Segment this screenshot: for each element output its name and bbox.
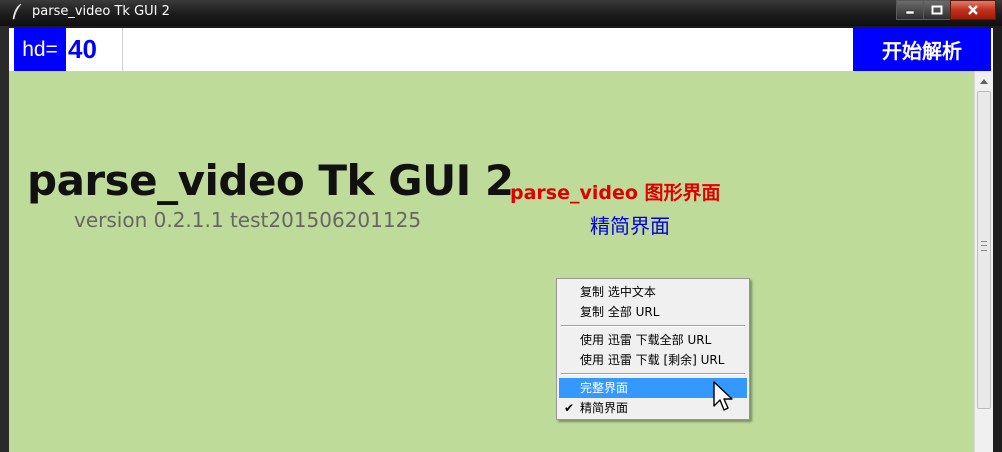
mode-label: 精简界面 [590, 214, 670, 238]
window-title: parse_video Tk GUI 2 [32, 4, 170, 19]
menu-item-xunlei-download-all[interactable]: 使用 迅雷 下载全部 URL [559, 330, 747, 350]
menu-item-label: 精简界面 [580, 401, 629, 415]
maximize-button[interactable] [923, 0, 951, 20]
scroll-up-arrow-icon[interactable] [979, 77, 989, 85]
close-button[interactable] [950, 0, 996, 20]
subtitle: parse_video 图形界面 [510, 182, 721, 204]
menu-item-xunlei-download-remaining[interactable]: 使用 迅雷 下载 [剩余] URL [559, 350, 747, 370]
mouse-pointer-icon [713, 381, 733, 411]
app-title: parse_video Tk GUI 2 [27, 156, 514, 205]
menu-separator [561, 325, 745, 327]
scrollbar-thumb[interactable] [977, 91, 991, 409]
vertical-scrollbar[interactable] [974, 71, 993, 452]
menu-separator [561, 373, 745, 375]
title-bar[interactable]: parse_video Tk GUI 2 [0, 0, 1002, 26]
start-parse-button[interactable]: 开始解析 [853, 28, 991, 71]
tk-feather-icon [12, 3, 22, 20]
scrollbar-grip-icon [981, 241, 987, 251]
main-window: hd= 40 开始解析 parse_video Tk GUI 2 version… [9, 26, 993, 452]
minimize-icon [905, 10, 915, 15]
hd-input[interactable]: 40 [66, 28, 123, 71]
close-icon [968, 5, 978, 15]
menu-item-copy-selected[interactable]: 复制 选中文本 [559, 282, 747, 302]
window-border [993, 26, 1002, 452]
version-text: version 0.2.1.1 test201506201125 [74, 208, 422, 232]
hd-label: hd= [14, 28, 66, 71]
window-controls [896, 0, 996, 20]
checkmark-icon: ✔ [564, 401, 575, 415]
maximize-icon [931, 5, 943, 15]
minimize-button[interactable] [896, 0, 924, 20]
menu-item-copy-all-url[interactable]: 复制 全部 URL [559, 302, 747, 322]
url-input[interactable] [123, 28, 853, 71]
toolbar: hd= 40 开始解析 [9, 26, 993, 71]
